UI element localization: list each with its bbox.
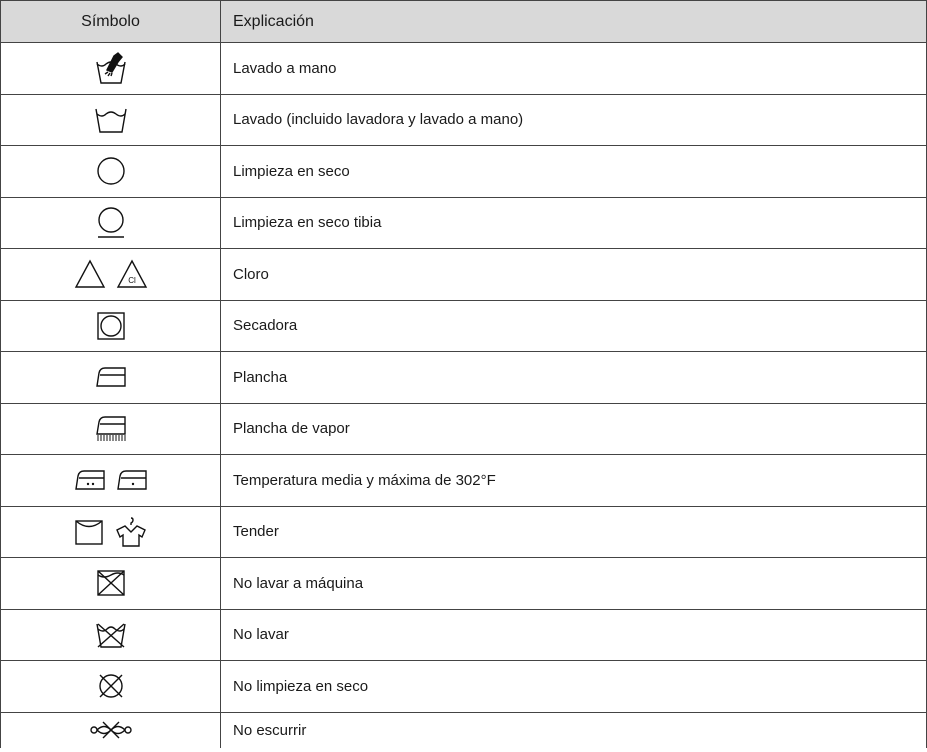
hanging-shirt-icon [115,517,146,547]
explanation-cell: Limpieza en seco [233,162,350,180]
explanation-cell: Lavado (incluido lavadora y lavado a man… [233,111,524,129]
symbol-cell [1,300,221,351]
table-row: Plancha de vapor [1,403,926,455]
table-row: Plancha [1,352,926,404]
explanation-cell: Temperatura media y máxima de 302°F [233,471,496,489]
explanation-cell: Plancha [233,368,288,386]
explanation-cell: Plancha de vapor [233,420,350,438]
table-row: Lavado (incluido lavadora y lavado a man… [1,94,926,146]
table-row: Lavado a mano [1,43,926,95]
iron-max-temp-icon [116,470,147,490]
symbol-cell [1,43,221,94]
no-dry-clean-icon [98,674,123,698]
table-row: No escurrir [1,712,926,748]
bleach-triangle-icon [74,259,105,288]
explanation-cell: No lavar a máquina [233,574,364,592]
wash-tub-icon [94,108,127,133]
care-symbols-table: Símbolo Explicación Lavado a mano Lavado… [0,0,927,748]
symbol-cell [1,197,221,248]
symbol-cell [1,558,221,609]
explanation-cell: Tender [233,523,279,541]
symbol-cell [1,506,221,557]
explanation-cell: Limpieza en seco tibia [233,214,382,232]
explanation-cell: Cloro [233,265,269,283]
iron-icon [95,367,126,387]
do-not-wash-icon [95,623,126,648]
hand-wash-icon [95,52,126,84]
symbol-cell [1,352,221,403]
chlorine-label: Cl [128,276,136,285]
explanation-cell: No escurrir [233,721,307,739]
table-row: Limpieza en seco tibia [1,197,926,249]
symbol-cell [1,609,221,660]
explanation-cell: Secadora [233,317,298,335]
symbol-cell [1,403,221,454]
table-row: No limpieza en seco [1,661,926,713]
header-explanation: Explicación [233,12,314,30]
symbol-cell [1,712,221,748]
symbol-cell [1,146,221,197]
chlorine-bleach-icon: Cl [116,259,147,288]
dry-clean-circle-icon [96,157,125,185]
dry-clean-mild-icon [97,207,124,238]
table-row: Tender [1,506,926,558]
explanation-cell: No lavar [233,626,289,644]
steam-iron-icon [95,416,126,441]
symbol-cell [1,661,221,712]
header-symbol: Símbolo [1,1,221,42]
no-machine-wash-icon [96,570,125,596]
table-header: Símbolo Explicación [1,1,926,43]
iron-medium-temp-icon [74,470,105,490]
do-not-wring-icon [89,721,132,739]
symbol-cell [1,455,221,506]
drip-dry-square-icon [74,520,103,545]
table-row: Limpieza en seco [1,146,926,198]
table-row: Temperatura media y máxima de 302°F [1,455,926,507]
table-row: Cl Cloro [1,249,926,301]
explanation-cell: Lavado a mano [233,59,337,77]
tumble-dry-icon [96,312,125,340]
table-row: No lavar a máquina [1,558,926,610]
symbol-cell: Cl [1,249,221,300]
symbol-cell [1,94,221,145]
table-row: No lavar [1,609,926,661]
explanation-cell: No limpieza en seco [233,677,369,695]
table-row: Secadora [1,300,926,352]
